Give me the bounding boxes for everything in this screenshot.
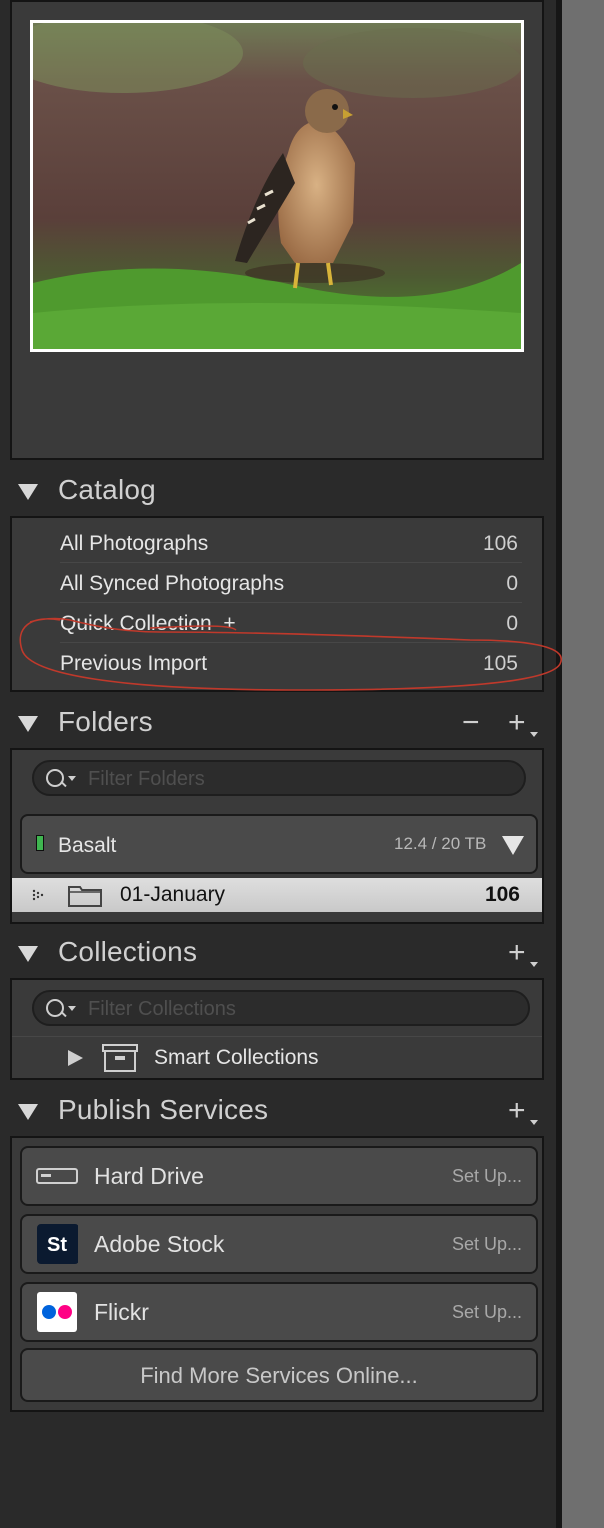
row-divider [12, 1036, 542, 1037]
chevron-down-icon [530, 732, 538, 737]
folders-header[interactable]: Folders − + [0, 702, 556, 746]
catalog-item-label: All Photographs [60, 532, 209, 555]
catalog-header[interactable]: Catalog [0, 470, 556, 514]
add-publish-service-button[interactable]: + [508, 1096, 526, 1126]
filter-collections-input[interactable]: Filter Collections [32, 990, 530, 1026]
find-more-label: Find More Services Online... [140, 1363, 418, 1388]
volume-name: Basalt [58, 834, 117, 857]
remove-folder-button[interactable]: − [462, 708, 480, 738]
catalog-title: Catalog [58, 474, 156, 505]
folder-label: 01-January [120, 883, 226, 906]
chevron-down-icon [68, 1006, 76, 1011]
add-folder-button[interactable]: + [508, 708, 526, 738]
publish-service-adobe-stock[interactable]: St Adobe Stock Set Up... [20, 1214, 538, 1274]
chevron-down-icon [530, 1120, 538, 1125]
collapse-triangle-icon[interactable] [18, 716, 38, 732]
hard-drive-icon [36, 1168, 78, 1184]
catalog-item-all-synced[interactable]: All Synced Photographs 0 [60, 562, 522, 602]
catalog-item-count: 0 [506, 572, 518, 595]
collapse-triangle-icon[interactable] [18, 946, 38, 962]
service-name: Flickr [94, 1299, 149, 1325]
catalog-item-previous-import[interactable]: Previous Import 105 [60, 642, 522, 682]
catalog-item-quick-collection[interactable]: Quick Collection + 0 [60, 602, 522, 642]
chevron-down-icon [530, 962, 538, 967]
volume-basalt[interactable]: Basalt 12.4 / 20 TB [20, 814, 538, 874]
scrollbar-thumb[interactable] [562, 0, 604, 1528]
search-icon-handle [60, 780, 67, 788]
catalog-item-count: 0 [506, 612, 518, 635]
smart-collections-item[interactable]: Smart Collections [154, 1046, 319, 1070]
expand-triangle-icon[interactable] [68, 1050, 83, 1066]
disclosure-dots-icon[interactable] [32, 889, 46, 901]
publish-services-header[interactable]: Publish Services + [0, 1090, 556, 1134]
collapse-triangle-icon[interactable] [18, 484, 38, 500]
publish-services-title: Publish Services [58, 1094, 269, 1125]
collapse-triangle-icon[interactable] [18, 1104, 38, 1120]
filter-folders-input[interactable]: Filter Folders [32, 760, 526, 796]
catalog-item-label: Previous Import [60, 652, 208, 675]
navigator-preview[interactable] [3, 13, 524, 352]
search-icon [46, 999, 64, 1017]
collection-set-icon [102, 1044, 138, 1072]
folders-title: Folders [58, 706, 153, 737]
svg-text:St: St [47, 1234, 67, 1256]
filter-placeholder: Filter Collections [88, 998, 236, 1020]
service-name: Adobe Stock [94, 1231, 225, 1257]
catalog-item-all-photographs[interactable]: All Photographs 106 [60, 522, 522, 562]
flickr-icon [37, 1292, 77, 1332]
publish-service-hard-drive[interactable]: Hard Drive Set Up... [20, 1146, 538, 1206]
set-up-link[interactable]: Set Up... [452, 1166, 522, 1187]
search-icon-handle [60, 1010, 67, 1018]
catalog-item-count: 106 [482, 532, 518, 555]
collections-header[interactable]: Collections + [0, 932, 556, 976]
volume-size: 12.4 / 20 TB [394, 834, 487, 853]
catalog-item-label: Quick Collection + [60, 612, 236, 635]
collections-title: Collections [58, 936, 198, 967]
folder-row-01-january[interactable]: 01-January 106 [12, 878, 542, 912]
chevron-down-icon [68, 776, 76, 781]
set-up-link[interactable]: Set Up... [452, 1302, 522, 1323]
hawk-photo [3, 13, 523, 349]
adobe-stock-icon: St [37, 1224, 78, 1264]
folder-icon [68, 886, 102, 907]
volume-status-icon [36, 835, 44, 851]
add-collection-button[interactable]: + [508, 938, 526, 968]
catalog-item-count: 105 [482, 652, 518, 675]
set-up-link[interactable]: Set Up... [452, 1234, 522, 1255]
filter-placeholder: Filter Folders [88, 768, 205, 790]
catalog-item-label: All Synced Photographs [60, 572, 285, 595]
search-icon [46, 769, 64, 787]
find-more-services-button[interactable]: Find More Services Online... [20, 1348, 538, 1402]
folder-count: 106 [484, 883, 520, 906]
publish-service-flickr[interactable]: Flickr Set Up... [20, 1282, 538, 1342]
expand-triangle-icon[interactable] [502, 836, 524, 855]
service-name: Hard Drive [94, 1163, 204, 1189]
